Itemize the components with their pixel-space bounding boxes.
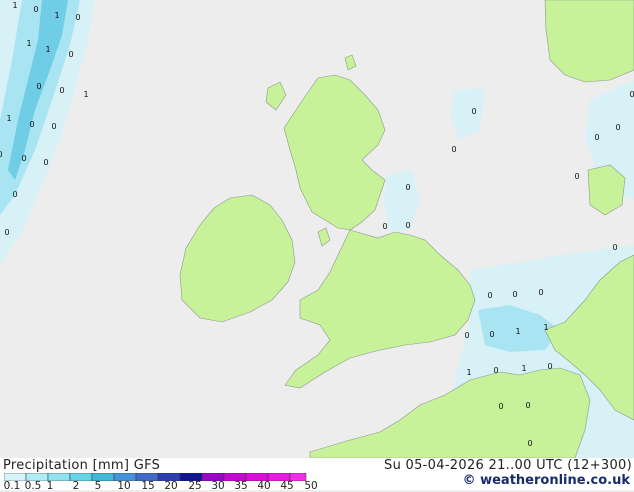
precip-value-label: 0 bbox=[489, 330, 494, 339]
precip-value-label: 0 bbox=[464, 331, 469, 340]
precip-value-label: 0 bbox=[33, 5, 38, 14]
precip-value-label: 0 bbox=[527, 439, 532, 448]
precip-value-label: 0 bbox=[382, 222, 387, 231]
precip-value-label: 0 bbox=[512, 290, 517, 299]
precip-value-label: 1 bbox=[54, 11, 59, 20]
precipitation-map: 1 0 0 1 1 0 1 0 0 1 0 0 1 0 0 0 0 0 0 0 0 0 0 0 0 0 0 0 0 1 1 1 0 1 0 0 0 0 0 0… bbox=[0, 0, 634, 458]
scale-tick-label: 2 bbox=[72, 480, 80, 492]
precip-value-label: 0 bbox=[525, 401, 530, 410]
scale-tick-label: 1 bbox=[46, 480, 54, 492]
scale-tick-label: 15 bbox=[141, 480, 155, 492]
precip-value-label: 0 bbox=[59, 86, 64, 95]
precip-value-label: 0 bbox=[498, 402, 503, 411]
precip-value-label: 0 bbox=[538, 288, 543, 297]
precip-value-label: 0 bbox=[405, 183, 410, 192]
precip-value-label: 1 bbox=[6, 114, 11, 123]
precip-value-label: 0 bbox=[574, 172, 579, 181]
precip-value-label: 0 bbox=[51, 122, 56, 131]
run-time: Su 05-04-2026 21..00 UTC (12+300) bbox=[384, 458, 632, 473]
precip-value-label: 0 bbox=[29, 120, 34, 129]
precip-value-label: 1 bbox=[466, 368, 471, 377]
precip-value-label: 1 bbox=[83, 90, 88, 99]
scale-tick-label: 30 bbox=[211, 480, 225, 492]
precip-value-label: 0 bbox=[615, 123, 620, 132]
precip-value-label: 1 bbox=[45, 45, 50, 54]
precip-value-label: 0 bbox=[4, 228, 9, 237]
precip-value-label: 0 bbox=[493, 366, 498, 375]
scale-tick-label: 20 bbox=[164, 480, 178, 492]
precip-value-label: 0 bbox=[43, 158, 48, 167]
scale-tick-label: 10 bbox=[117, 480, 131, 492]
precip-value-label: 0 bbox=[75, 13, 80, 22]
precip-value-label: 0 bbox=[12, 190, 17, 199]
legend-title: Precipitation [mm] GFS bbox=[3, 458, 161, 473]
scale-tick-label: 5 bbox=[94, 480, 102, 492]
precip-value-label: 0 bbox=[487, 291, 492, 300]
precip-value-label: 0 bbox=[0, 150, 3, 159]
precip-value-label: 1 bbox=[515, 327, 520, 336]
precip-value-label: 1 bbox=[12, 1, 17, 10]
precip-value-label: 0 bbox=[547, 362, 552, 371]
precip-value-label: 1 bbox=[26, 39, 31, 48]
precip-value-label: 0 bbox=[68, 50, 73, 59]
scale-tick-label: 35 bbox=[234, 480, 248, 492]
precip-value-label: 0 bbox=[612, 243, 617, 252]
scale-tick-label: 25 bbox=[188, 480, 202, 492]
precip-value-label: 0 bbox=[629, 90, 634, 99]
scale-tick-label: 50 bbox=[304, 480, 318, 492]
scale-tick-label: 45 bbox=[280, 480, 294, 492]
credit-link[interactable]: © weatheronline.co.uk bbox=[463, 473, 630, 488]
precip-value-label: 0 bbox=[36, 82, 41, 91]
precip-value-label: 0 bbox=[405, 221, 410, 230]
precip-value-label: 0 bbox=[594, 133, 599, 142]
precip-value-label: 1 bbox=[521, 364, 526, 373]
scale-tick-label: 40 bbox=[257, 480, 271, 492]
precip-value-label: 1 bbox=[543, 323, 548, 332]
precip-value-label: 0 bbox=[471, 107, 476, 116]
scale-tick-label: 0.5 bbox=[24, 480, 42, 492]
precip-value-label: 0 bbox=[21, 154, 26, 163]
scale-tick-label: 0.1 bbox=[3, 480, 21, 492]
precip-value-label: 0 bbox=[451, 145, 456, 154]
